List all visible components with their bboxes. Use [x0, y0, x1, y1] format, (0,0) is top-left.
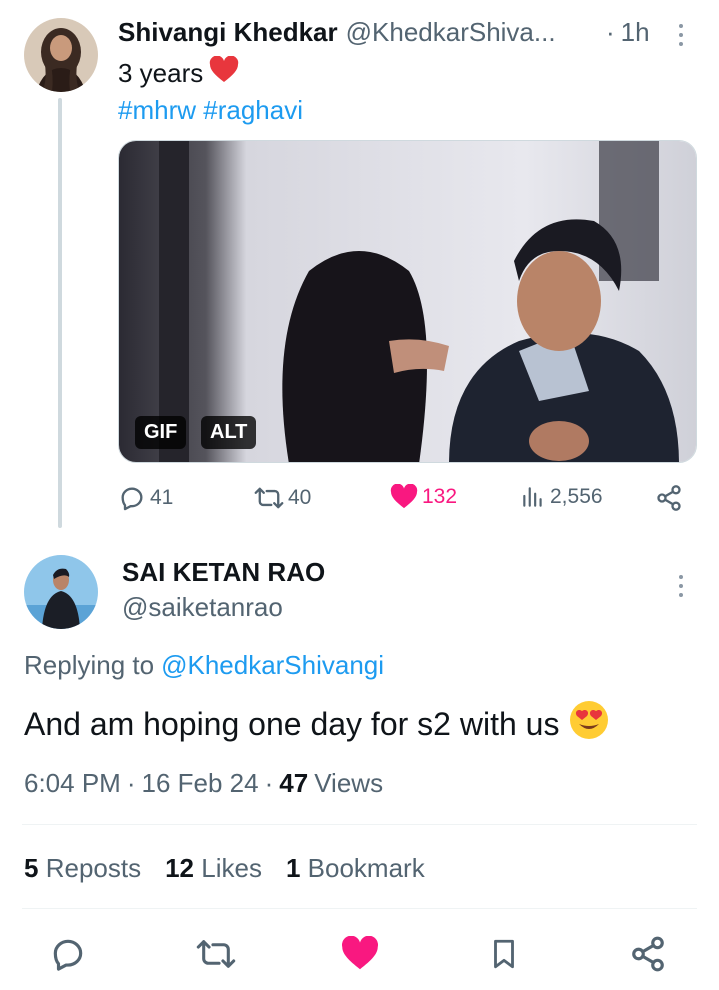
heart-eyes-emoji	[569, 700, 609, 748]
replying-to: Replying to @KhedkarShivangi	[24, 650, 384, 681]
reply-count: 41	[150, 486, 174, 509]
author-name[interactable]: Shivangi Khedkar	[118, 17, 338, 48]
gif-media[interactable]: GIF ALT	[118, 140, 697, 463]
time-ago: 1h	[620, 17, 650, 47]
likes-count: 12	[165, 853, 195, 883]
reply-more-icon[interactable]	[679, 575, 683, 597]
reply-meta: 6:04 PM · 16 Feb 24 · 47 Views	[24, 768, 383, 799]
reply-author-name[interactable]: SAI KETAN RAO	[122, 557, 325, 588]
meta-separator-2: ·	[264, 768, 274, 798]
bookmark-icon	[494, 939, 514, 969]
share-action-button[interactable]	[628, 934, 668, 974]
heart-icon	[341, 936, 379, 970]
divider-top	[22, 824, 697, 825]
parent-tweet-header: Shivangi Khedkar @KhedkarShiva...	[118, 17, 556, 48]
bookmarks-count: 1	[285, 853, 301, 883]
gif-badge: GIF	[135, 416, 187, 449]
reply-date[interactable]: 16 Feb 24	[142, 768, 259, 799]
avatar-saiketan[interactable]	[24, 555, 98, 629]
repost-count: 40	[288, 486, 312, 509]
replying-prefix: Replying to	[24, 650, 155, 680]
repost-button[interactable]: 40	[254, 484, 311, 512]
views-count: 2,556	[550, 485, 603, 508]
author-handle[interactable]: @KhedkarShiva...	[346, 17, 556, 48]
tweet-text-content: 3 years	[118, 58, 204, 88]
divider-bottom	[22, 908, 697, 909]
reply-time[interactable]: 6:04 PM	[24, 768, 121, 799]
reply-text: And am hoping one day for s2 with us	[24, 700, 609, 748]
like-count: 132	[422, 485, 458, 508]
repost-action-button[interactable]	[196, 934, 236, 974]
more-icon[interactable]	[679, 24, 683, 46]
views-number: 47	[279, 768, 309, 798]
likes-stat[interactable]: 12 Likes	[165, 853, 262, 884]
views-icon	[523, 487, 542, 507]
replying-handle[interactable]: @KhedkarShivangi	[161, 650, 384, 681]
bookmarks-label: Bookmark	[307, 853, 425, 883]
like-button[interactable]: 132	[390, 484, 457, 510]
avatar-shivangi[interactable]	[24, 18, 98, 92]
share-icon	[657, 485, 681, 511]
reply-text-content: And am hoping one day for s2 with us	[24, 705, 560, 742]
engagement-stats: 5 Reposts 12 Likes 1 Bookmark	[24, 853, 425, 884]
views-label: Views	[314, 768, 384, 798]
heart-icon	[390, 484, 418, 509]
thread-connector	[58, 98, 62, 528]
tweet-text: 3 years	[118, 55, 239, 91]
like-action-button[interactable]	[340, 934, 380, 974]
reply-icon	[53, 939, 83, 971]
heart-emoji	[209, 55, 239, 91]
reply-button[interactable]: 41	[118, 484, 173, 512]
reposts-count: 5	[24, 853, 39, 883]
reply-icon	[121, 487, 143, 511]
share-icon	[632, 936, 664, 972]
views-button[interactable]: 2,556	[520, 484, 603, 510]
gif-image	[119, 141, 696, 462]
reply-author-handle[interactable]: @saiketanrao	[122, 592, 283, 623]
hashtags[interactable]: #mhrw #raghavi	[118, 95, 303, 126]
alt-badge[interactable]: ALT	[201, 416, 257, 449]
bookmarks-stat[interactable]: 1 Bookmark	[286, 853, 425, 884]
reply-action-button[interactable]	[48, 934, 88, 974]
repost-icon	[254, 487, 284, 509]
share-button[interactable]	[655, 484, 683, 512]
reposts-stat[interactable]: 5 Reposts	[24, 853, 141, 884]
bookmark-action-button[interactable]	[484, 934, 524, 974]
meta-separator-1: ·	[126, 768, 136, 798]
repost-icon	[196, 940, 236, 968]
likes-label: Likes	[201, 853, 262, 883]
tweet-time[interactable]: · 1h	[606, 17, 650, 48]
reposts-label: Reposts	[45, 853, 142, 883]
separator: ·	[606, 17, 615, 47]
